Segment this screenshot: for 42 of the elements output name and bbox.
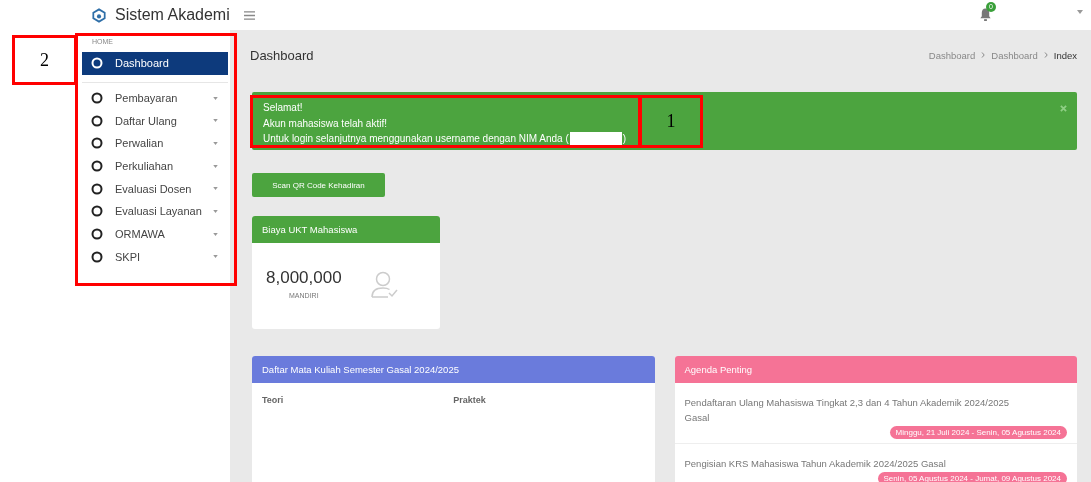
agenda-title: Pendaftaran Ulang Mahasiswa Tingkat 2,3 dan 4 Tahun Akademik 2024/2025 Gasal: [684, 396, 1011, 425]
circle-icon: [91, 92, 103, 105]
caret-icon[interactable]: [1077, 10, 1083, 14]
circle-icon: [91, 250, 103, 263]
card-header: Daftar Mata Kuliah Semester Gasal 2024/2025: [252, 356, 655, 383]
circle-icon: [91, 205, 103, 218]
sidebar-item[interactable]: ORMAWA: [82, 222, 228, 246]
bell-icon[interactable]: [979, 7, 992, 22]
sidebar-item[interactable]: Perkuliahan: [82, 154, 228, 178]
circle-icon: [91, 137, 103, 150]
sidebar-item[interactable]: Daftar Ulang: [82, 109, 228, 133]
card-header: Agenda Penting: [674, 356, 1077, 383]
sidebar-item[interactable]: Pembayaran: [82, 86, 228, 110]
app-name: Sistem Akademi: [115, 6, 230, 24]
circle-icon: [91, 57, 103, 70]
sidebar-item[interactable]: Evaluasi Layanan: [82, 200, 228, 223]
chevron-icon: [981, 52, 986, 58]
column-header: Teori: [262, 395, 285, 405]
column-header: Praktek: [453, 395, 487, 405]
sidebar-item[interactable]: SKPI: [82, 245, 228, 269]
chevron-icon: [1043, 52, 1048, 58]
menu-icon[interactable]: [243, 9, 256, 21]
alert-text: Akun mahasiswa telah aktif!: [263, 116, 387, 131]
page-title: Dashboard: [250, 47, 314, 63]
logo-icon: [92, 7, 106, 23]
fee-amount: 8,000,000: [266, 268, 342, 288]
circle-icon: [91, 228, 103, 241]
circle-icon: [91, 114, 103, 127]
sidebar-item[interactable]: Dashboard: [82, 52, 228, 75]
alert-text: Selamat!: [263, 101, 303, 115]
sidebar-item[interactable]: Perwalian: [82, 132, 228, 155]
card-header: Biaya UKT Mahasiswa: [252, 216, 440, 243]
agenda-title: Pengisian KRS Mahasiswa Tahun Akademik 2024/2025 Gasal: [684, 457, 947, 471]
alert-text: Untuk login selanjutnya menggunakan username dengan NIM Anda (: [263, 132, 569, 146]
date-badge: Minggu, 21 Juli 2024 - Senin, 05 Agustus 2024: [889, 426, 1067, 439]
circle-icon: [91, 160, 103, 173]
date-badge: Senin, 05 Agustus 2024 - Jumat, 09 Agustus 2024: [877, 472, 1067, 482]
annotation-label: 1: [639, 95, 703, 148]
annotation-label: 2: [12, 35, 77, 85]
alert-text: ): [622, 132, 627, 146]
circle-icon: [91, 182, 103, 195]
sidebar-item[interactable]: Evaluasi Dosen: [82, 177, 228, 201]
